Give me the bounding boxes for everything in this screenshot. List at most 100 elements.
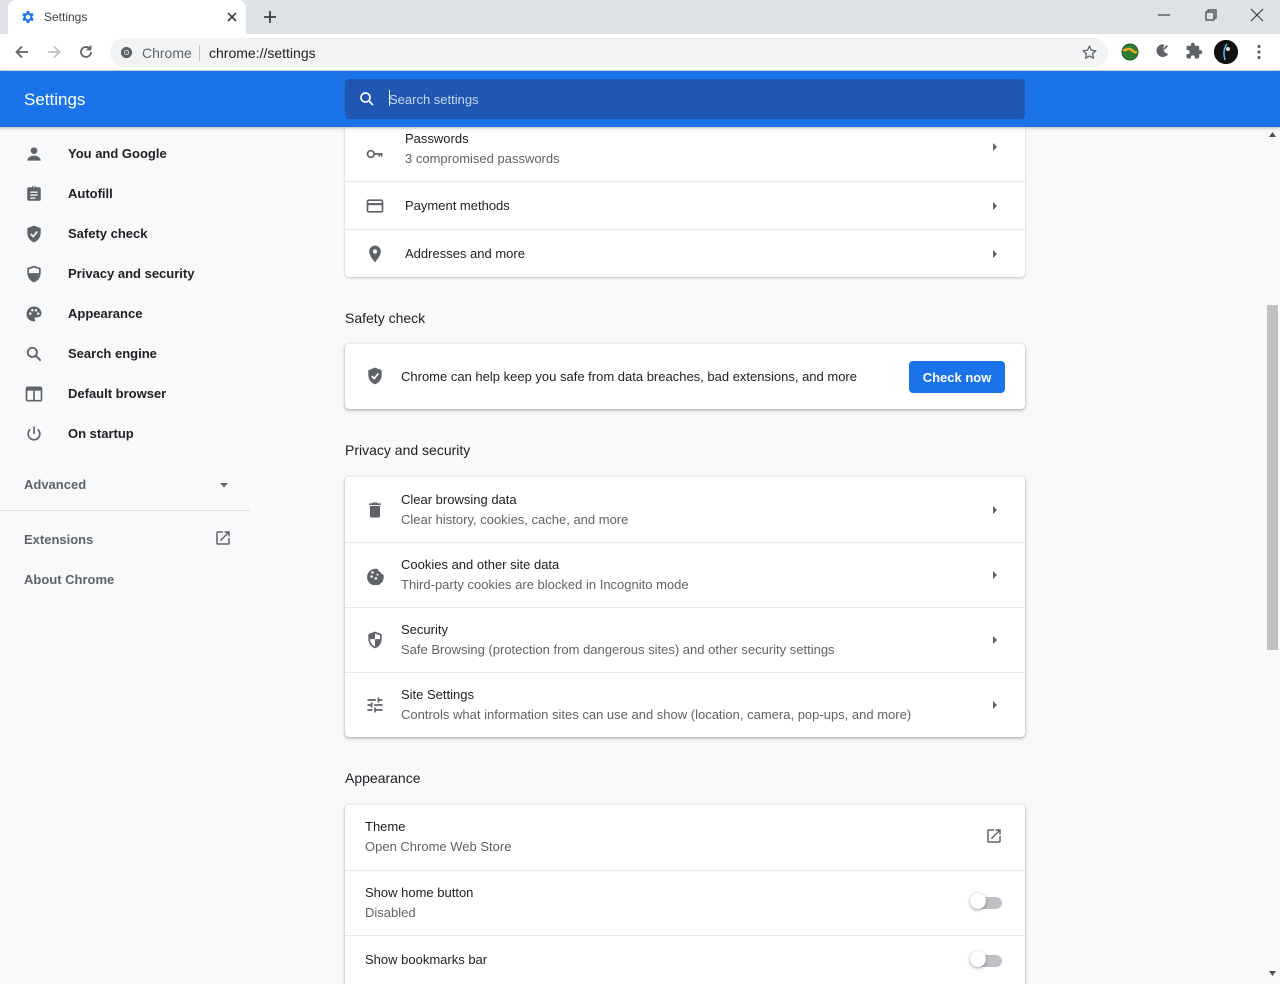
toggle-knob <box>970 893 986 909</box>
site-settings-row[interactable]: Site Settings Controls what information … <box>345 672 1025 737</box>
show-home-button-subtitle: Disabled <box>365 905 416 920</box>
omnibox-chip: Chrome <box>142 45 192 61</box>
open-in-new-icon[interactable] <box>214 529 232 547</box>
browser-toolbar: Chrome chrome://settings <box>0 34 1280 71</box>
sidebar-item-label: Safety check <box>68 226 148 241</box>
tune-icon <box>365 695 385 715</box>
sidebar-item-you-and-google[interactable]: You and Google <box>0 134 250 174</box>
scroll-down-arrow-icon[interactable] <box>1269 971 1276 976</box>
security-title: Security <box>401 622 448 637</box>
sidebar: You and Google Autofill Safety check Pri… <box>0 127 250 984</box>
addresses-row[interactable]: Addresses and more <box>345 229 1025 277</box>
minimize-button[interactable] <box>1156 7 1172 23</box>
profile-avatar[interactable] <box>1214 40 1238 64</box>
arrow-right-icon <box>991 142 999 152</box>
trash-icon <box>365 500 385 520</box>
extension-globe-icon[interactable] <box>1120 42 1140 62</box>
arrow-right-icon <box>991 201 999 211</box>
sidebar-item-on-startup[interactable]: On startup <box>0 414 250 454</box>
url-text[interactable]: chrome://settings <box>209 45 316 61</box>
check-now-button[interactable]: Check now <box>909 361 1005 393</box>
show-home-button-toggle[interactable] <box>970 893 1002 911</box>
privacy-heading: Privacy and security <box>345 442 471 458</box>
shield-check-icon <box>365 366 385 386</box>
security-row[interactable]: Security Safe Browsing (protection from … <box>345 607 1025 672</box>
page-title: Settings <box>24 90 86 109</box>
search-input[interactable] <box>389 88 989 110</box>
open-in-new-icon[interactable] <box>985 827 1003 845</box>
payment-methods-row[interactable]: Payment methods <box>345 181 1025 229</box>
privacy-card: Clear browsing data Clear history, cooki… <box>345 477 1025 737</box>
sidebar-item-safety-check[interactable]: Safety check <box>0 214 250 254</box>
cookies-title: Cookies and other site data <box>401 557 560 572</box>
show-bookmarks-bar-row[interactable]: Show bookmarks bar <box>345 935 1025 984</box>
passwords-row[interactable]: Passwords 3 compromised passwords <box>345 127 1025 181</box>
theme-title: Theme <box>365 819 406 834</box>
sidebar-item-privacy-and-security[interactable]: Privacy and security <box>0 254 250 294</box>
safety-check-card: Chrome can help keep you safe from data … <box>345 344 1025 409</box>
passwords-title: Passwords <box>405 131 469 146</box>
address-bar[interactable]: Chrome chrome://settings <box>110 38 1108 67</box>
tab-title: Settings <box>44 10 88 24</box>
search-box[interactable] <box>345 79 1025 119</box>
sidebar-link-about-chrome[interactable]: About Chrome <box>24 572 114 587</box>
bookmark-star-icon[interactable] <box>1081 44 1098 61</box>
toggle-knob <box>970 951 986 967</box>
sidebar-item-appearance[interactable]: Appearance <box>0 294 250 334</box>
security-subtitle: Safe Browsing (protection from dangerous… <box>401 642 835 657</box>
close-window-button[interactable] <box>1249 7 1265 23</box>
clear-browsing-data-row[interactable]: Clear browsing data Clear history, cooki… <box>345 477 1025 542</box>
close-tab-icon[interactable] <box>224 9 240 25</box>
extension-moon-icon[interactable] <box>1153 42 1171 60</box>
sidebar-item-label: Autofill <box>68 186 113 201</box>
arrow-right-icon <box>991 570 999 580</box>
show-home-button-row[interactable]: Show home button Disabled <box>345 870 1025 935</box>
power-icon <box>24 424 44 444</box>
show-bookmarks-bar-toggle[interactable] <box>970 951 1002 969</box>
reload-button[interactable] <box>77 43 95 61</box>
restore-button[interactable] <box>1203 7 1219 23</box>
sidebar-divider <box>0 510 250 511</box>
palette-icon <box>24 304 44 324</box>
sidebar-item-default-browser[interactable]: Default browser <box>0 374 250 414</box>
theme-row[interactable]: Theme Open Chrome Web Store <box>345 805 1025 870</box>
key-icon <box>365 144 385 164</box>
forward-button[interactable] <box>45 43 63 61</box>
sidebar-advanced-toggle[interactable]: Advanced <box>24 475 234 495</box>
appearance-heading: Appearance <box>345 770 421 786</box>
page-scrollbar[interactable] <box>1265 127 1280 984</box>
safety-check-description: Chrome can help keep you safe from data … <box>401 369 857 384</box>
more-menu-icon[interactable] <box>1250 43 1268 61</box>
shield-icon <box>365 630 385 650</box>
appearance-card: Theme Open Chrome Web Store Show home bu… <box>345 805 1025 984</box>
credit-card-icon <box>365 196 385 216</box>
tab-settings[interactable]: Settings <box>8 0 246 34</box>
sidebar-item-label: Appearance <box>68 306 143 321</box>
omnibox-separator <box>199 45 200 61</box>
extensions-puzzle-icon[interactable] <box>1185 42 1203 60</box>
advanced-label: Advanced <box>24 477 87 492</box>
sidebar-item-search-engine[interactable]: Search engine <box>0 334 250 374</box>
site-settings-title: Site Settings <box>401 687 474 702</box>
cookies-subtitle: Third-party cookies are blocked in Incog… <box>401 577 689 592</box>
browser-window-icon <box>24 384 44 404</box>
cookie-icon <box>365 565 385 585</box>
sidebar-item-autofill[interactable]: Autofill <box>0 174 250 214</box>
location-pin-icon <box>365 244 385 264</box>
clear-browsing-data-title: Clear browsing data <box>401 492 517 507</box>
theme-subtitle: Open Chrome Web Store <box>365 839 512 854</box>
cookies-row[interactable]: Cookies and other site data Third-party … <box>345 542 1025 607</box>
safety-check-heading: Safety check <box>345 310 426 326</box>
text-caret <box>389 90 390 106</box>
gear-icon <box>20 9 36 25</box>
tab-strip: Settings <box>0 0 1280 34</box>
sidebar-link-extensions[interactable]: Extensions <box>24 532 93 547</box>
scrollbar-thumb[interactable] <box>1267 305 1278 650</box>
sidebar-item-label: You and Google <box>68 146 167 161</box>
payment-methods-title: Payment methods <box>405 198 510 213</box>
show-bookmarks-bar-title: Show bookmarks bar <box>365 952 488 967</box>
new-tab-button[interactable] <box>260 7 280 27</box>
scroll-up-arrow-icon[interactable] <box>1269 132 1276 137</box>
clear-browsing-data-subtitle: Clear history, cookies, cache, and more <box>401 512 629 527</box>
back-button[interactable] <box>13 43 31 61</box>
